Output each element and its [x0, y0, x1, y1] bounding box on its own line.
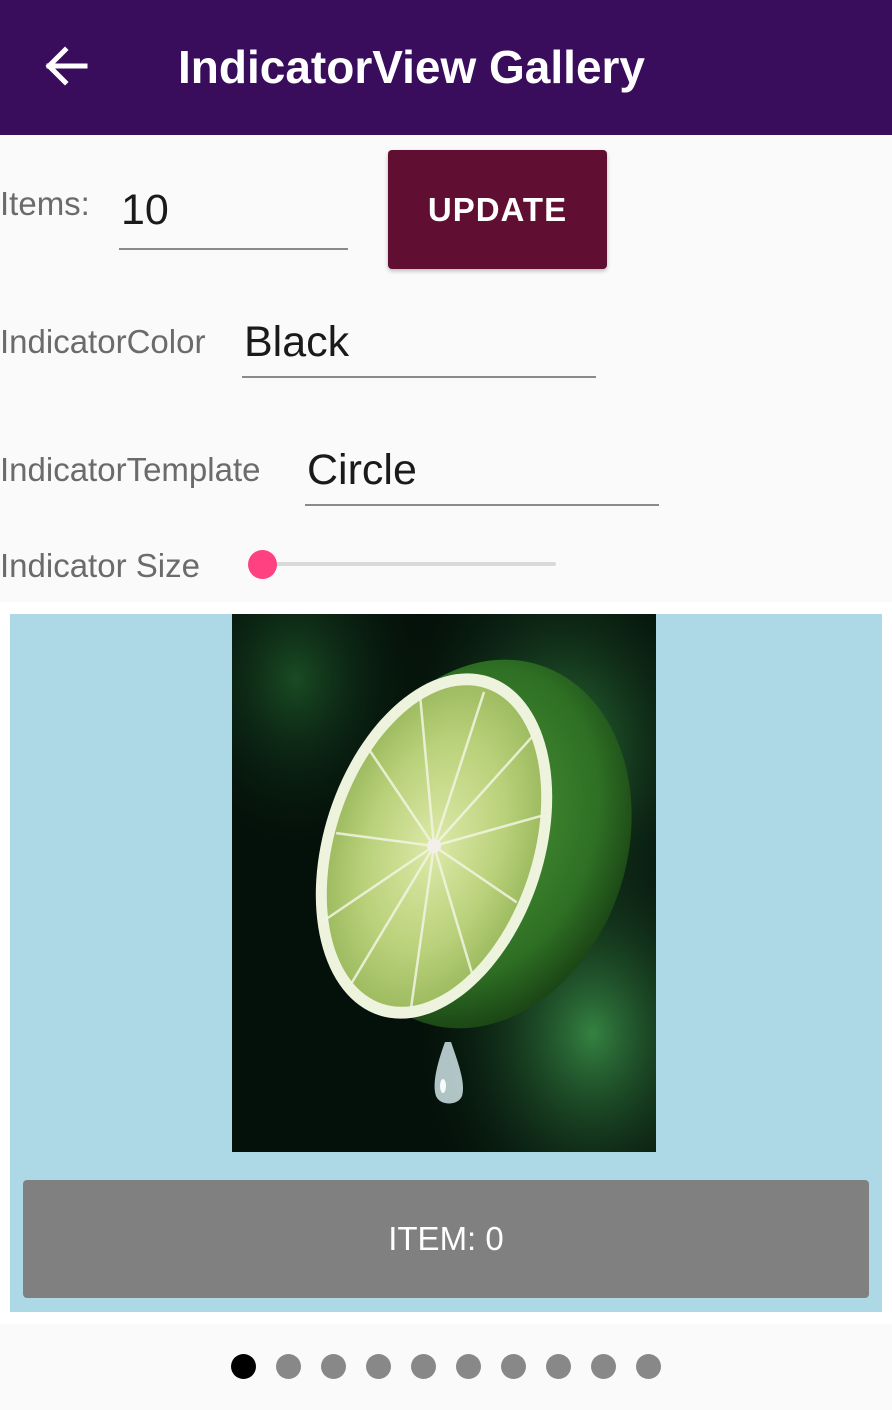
indicator-template-label: IndicatorTemplate [0, 451, 261, 488]
page-title: IndicatorView Gallery [178, 41, 646, 93]
indicator-dot[interactable] [501, 1353, 526, 1379]
indicator-view[interactable] [0, 1350, 892, 1382]
arrow-left-icon [45, 46, 88, 86]
lime-photo [232, 614, 656, 1152]
indicator-template-input[interactable] [305, 436, 659, 506]
carousel-view[interactable]: ITEM: 0 [0, 602, 892, 1324]
indicator-dot[interactable] [546, 1353, 571, 1379]
lime-image [232, 614, 656, 1152]
indicator-dot[interactable] [231, 1353, 256, 1379]
toolbar: IndicatorView Gallery [0, 0, 892, 135]
update-button[interactable]: UPDATE [388, 150, 607, 269]
slider-thumb[interactable] [247, 550, 277, 579]
indicator-dot[interactable] [276, 1353, 301, 1379]
indicator-color-label: IndicatorColor [0, 323, 206, 360]
indicator-color-input[interactable] [242, 308, 596, 378]
indicator-dot[interactable] [456, 1353, 481, 1379]
indicator-dot[interactable] [636, 1353, 661, 1379]
item-label: ITEM: 0 [23, 1180, 869, 1298]
indicator-size-slider[interactable] [247, 546, 558, 582]
carousel-item-card: ITEM: 0 [10, 614, 882, 1312]
items-count-input[interactable] [119, 172, 348, 250]
indicator-dot[interactable] [411, 1353, 436, 1379]
app-root: IndicatorView Gallery Items: UPDATE Indi… [0, 0, 892, 1410]
back-button[interactable] [28, 30, 104, 102]
indicator-size-label: Indicator Size [0, 547, 200, 584]
indicator-dot[interactable] [321, 1353, 346, 1379]
indicator-dot[interactable] [591, 1353, 616, 1379]
slider-track [262, 562, 556, 566]
indicator-dot[interactable] [366, 1353, 391, 1379]
items-label: Items: [0, 185, 90, 222]
